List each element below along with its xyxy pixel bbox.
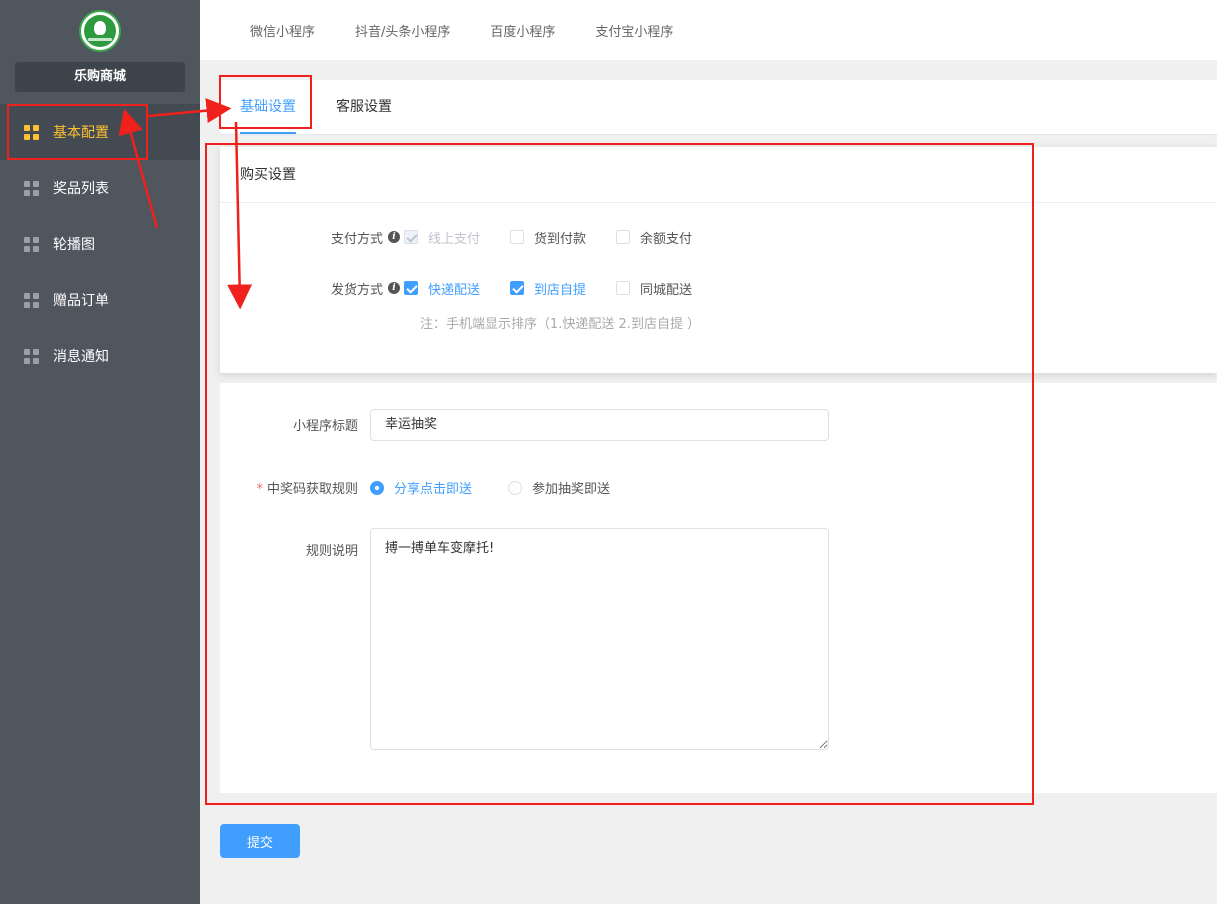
radio-dot[interactable] [370, 480, 384, 495]
grid-icon [24, 236, 39, 252]
info-icon[interactable]: i [388, 282, 400, 294]
sidebar-item-label: 奖品列表 [53, 181, 109, 197]
checkbox-same-city[interactable]: 同城配送 [616, 279, 692, 298]
delivery-row: 发货方式 i 快递配送 到店自提 同城配送 [320, 277, 722, 299]
radio-label: 分享点击即送 [394, 482, 473, 497]
checkbox-label: 快递配送 [428, 282, 481, 298]
tab-basic-settings[interactable]: 基础设置 [240, 80, 296, 135]
delivery-label-text: 发货方式 [330, 282, 383, 298]
info-icon[interactable]: i [388, 231, 400, 243]
checkbox-box[interactable] [510, 230, 525, 244]
checkbox-online-pay: 线上支付 [404, 228, 480, 247]
payment-row: 支付方式 i 线上支付 货到付款 余额支付 [320, 226, 722, 248]
delivery-order-note: 注：手机端显示排序（1.快递配送 2.到店自提 ） [420, 317, 701, 332]
grid-icon [24, 348, 39, 364]
checkbox-box[interactable] [404, 281, 418, 295]
delivery-label: 发货方式 i [320, 279, 400, 298]
form-panel: 小程序标题 幸运抽奖 * 中奖码获取规则 分享点击即送 参加抽奖即送 规则说明 搏… [220, 383, 1217, 793]
radio-label: 参加抽奖即送 [532, 482, 611, 497]
checkbox-store-pickup[interactable]: 到店自提 [510, 279, 586, 298]
checkbox-box[interactable] [616, 230, 631, 244]
rule-label-text: 中奖码获取规则 [266, 482, 358, 497]
checkbox-label: 到店自提 [534, 282, 587, 298]
sidebar-item-label: 赠品订单 [53, 293, 109, 309]
rule-label: * 中奖码获取规则 [220, 478, 358, 497]
checkbox-label: 货到付款 [534, 231, 587, 247]
active-tab-indicator [240, 132, 296, 134]
topnav-wechat[interactable]: 微信小程序 [250, 21, 315, 40]
sidebar-item-gift-orders[interactable]: 赠品订单 [0, 272, 200, 328]
checkbox-box [404, 230, 418, 244]
sidebar-item-label: 基本配置 [53, 125, 109, 141]
purchase-settings-card: 购买设置 支付方式 i 线上支付 货到付款 余额支付 发货方式 i 快递配送 到… [220, 147, 1217, 373]
payment-label-text: 支付方式 [330, 231, 383, 247]
required-mark: * [256, 482, 263, 497]
grid-icon [24, 292, 39, 308]
payment-label: 支付方式 i [320, 228, 400, 247]
shop-name: 乐购商城 [15, 62, 185, 92]
checkbox-cash-on-delivery[interactable]: 货到付款 [510, 228, 586, 247]
checkbox-box[interactable] [510, 281, 525, 295]
tab-customer-service[interactable]: 客服设置 [336, 80, 392, 135]
sidebar: 乐购商城 基本配置 奖品列表 轮播图 赠品订单 消息通知 [0, 0, 200, 904]
topnav-douyin[interactable]: 抖音/头条小程序 [355, 21, 450, 40]
shop-logo [79, 10, 121, 52]
sidebar-item-carousel[interactable]: 轮播图 [0, 216, 200, 272]
title-input[interactable]: 幸运抽奖 [370, 409, 829, 441]
radio-join-lottery[interactable]: 参加抽奖即送 [508, 478, 610, 497]
checkbox-balance-pay[interactable]: 余额支付 [616, 228, 692, 247]
checkbox-express[interactable]: 快递配送 [404, 279, 480, 298]
topnav-baidu[interactable]: 百度小程序 [490, 21, 555, 40]
topnav-alipay[interactable]: 支付宝小程序 [595, 21, 673, 40]
submit-button[interactable]: 提交 [220, 824, 300, 858]
sidebar-item-label: 消息通知 [53, 349, 109, 365]
sidebar-item-label: 轮播图 [53, 237, 95, 253]
top-nav: 微信小程序 抖音/头条小程序 百度小程序 支付宝小程序 [200, 0, 1217, 60]
grid-icon [24, 124, 39, 140]
checkbox-box[interactable] [616, 281, 631, 295]
sidebar-item-notifications[interactable]: 消息通知 [0, 328, 200, 384]
checkbox-label: 线上支付 [428, 231, 481, 247]
checkbox-label: 同城配送 [640, 282, 693, 298]
sidebar-item-prize-list[interactable]: 奖品列表 [0, 160, 200, 216]
title-label: 小程序标题 [292, 419, 358, 434]
radio-share-click[interactable]: 分享点击即送 [370, 478, 472, 497]
card-title: 购买设置 [220, 147, 1217, 203]
radio-dot[interactable] [508, 480, 522, 495]
sidebar-item-basic-config[interactable]: 基本配置 [0, 104, 200, 160]
rule-description-textarea[interactable]: 搏一搏单车变摩托! [370, 528, 829, 750]
checkbox-label: 余额支付 [640, 231, 693, 247]
settings-tabs: 基础设置 客服设置 [220, 80, 1217, 135]
desc-label: 规则说明 [305, 544, 358, 559]
grid-icon [24, 180, 39, 196]
